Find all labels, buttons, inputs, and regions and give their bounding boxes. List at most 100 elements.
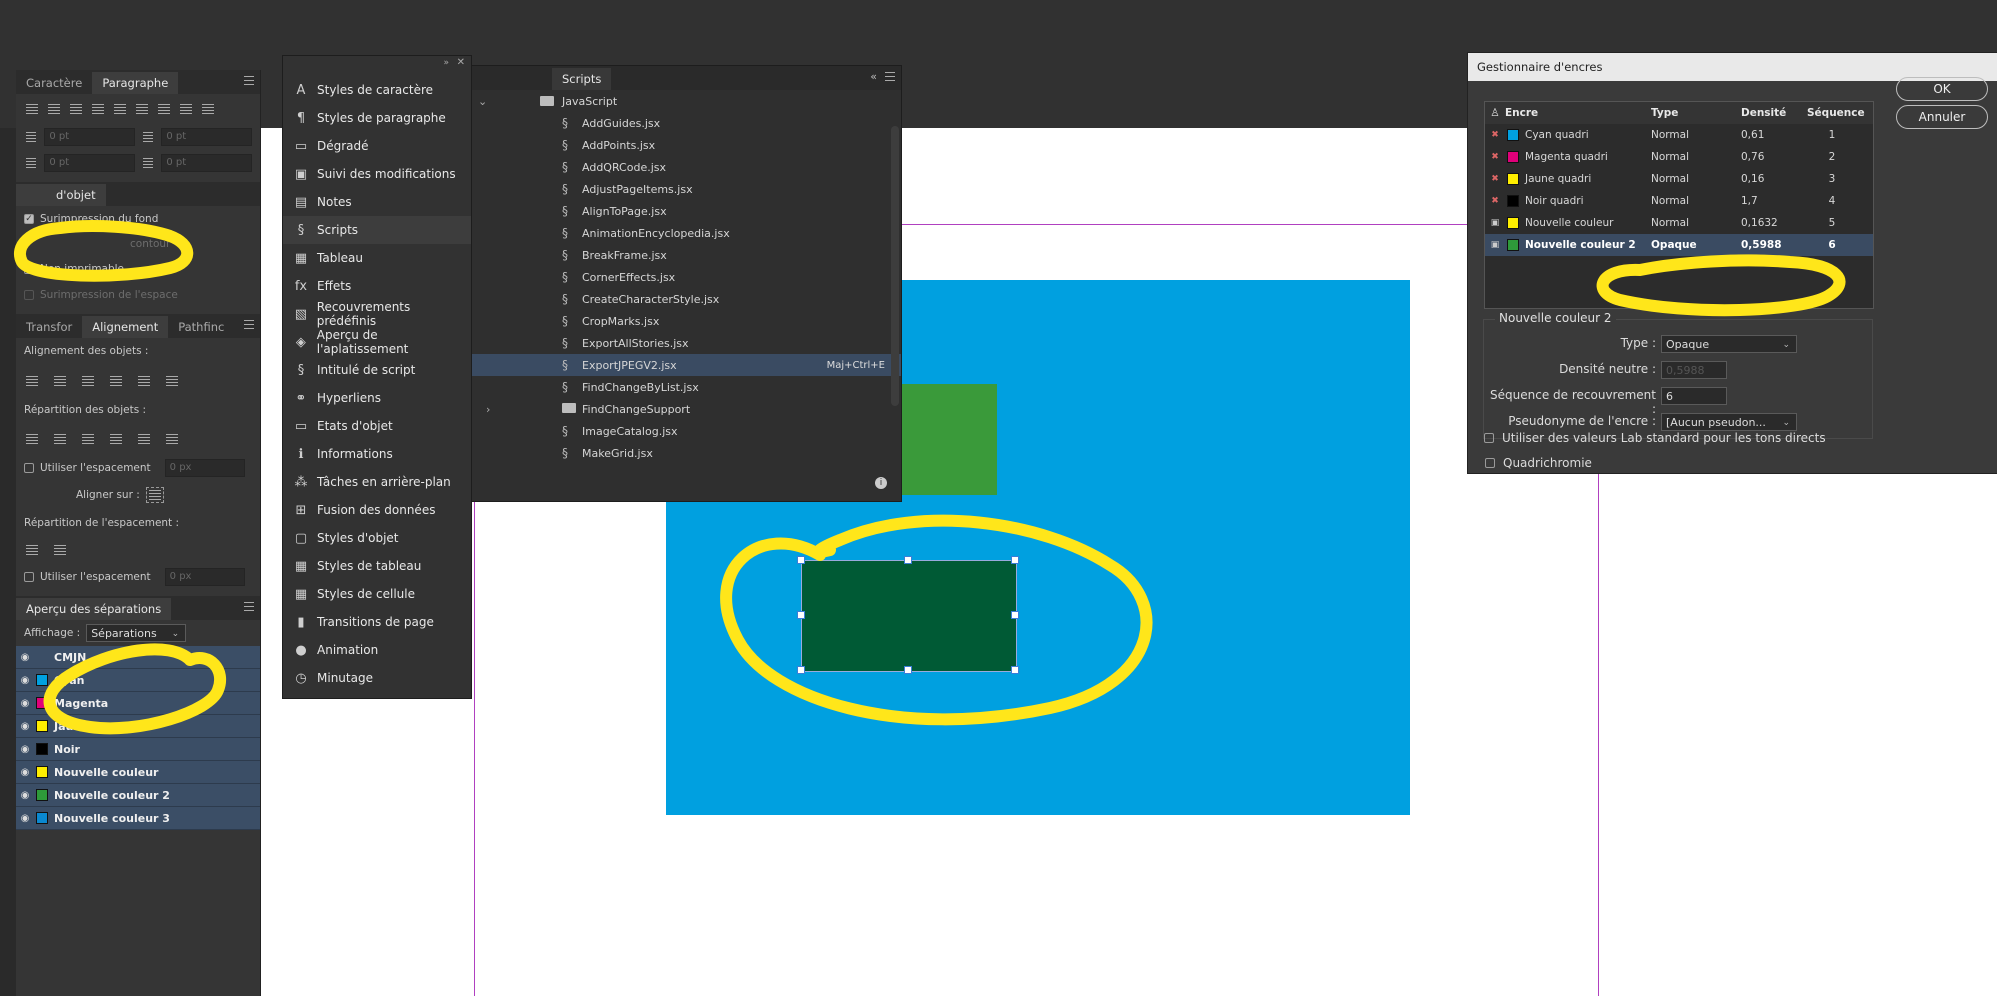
collapse-panel-icon[interactable]: « xyxy=(870,70,877,83)
separation-row[interactable]: ◉ Nouvelle couleur 3 xyxy=(16,807,260,830)
menu-item[interactable]: ◷ Minutage xyxy=(283,664,471,692)
distribute-left-icon[interactable] xyxy=(108,432,124,446)
cancel-button[interactable]: Annuler xyxy=(1896,105,1988,129)
separations-menu-icon[interactable] xyxy=(244,602,254,611)
spacing-field-2[interactable]: 0 px xyxy=(164,568,245,586)
menu-item[interactable]: ▧ Recouvrements prédéfinis xyxy=(283,300,471,328)
tab-scripts[interactable]: Scripts xyxy=(552,68,612,90)
menu-item[interactable]: ⚭ Hyperliens xyxy=(283,384,471,412)
tab-character[interactable]: Caractère xyxy=(16,72,92,94)
eye-icon[interactable]: ◉ xyxy=(16,744,34,755)
tab-attributes[interactable]: d'objet xyxy=(16,184,106,206)
separation-row[interactable]: ◉ Jaune xyxy=(16,715,260,738)
script-item[interactable]: § AddPoints.jsx xyxy=(472,134,901,156)
align-left-icon[interactable] xyxy=(24,102,40,116)
script-item[interactable]: § CornerEffects.jsx xyxy=(472,266,901,288)
script-item[interactable]: › FindChangeSupport xyxy=(472,398,901,420)
separation-row[interactable]: ◉ Nouvelle couleur 2 xyxy=(16,784,260,807)
distribute-right-icon[interactable] xyxy=(164,432,180,446)
ink-row[interactable]: ✖ Cyan quadri Normal 0,61 1 xyxy=(1485,124,1873,146)
tab-align[interactable]: Alignement xyxy=(82,316,169,338)
menu-item[interactable]: ▮ Transitions de page xyxy=(283,608,471,636)
menu-item[interactable]: ▢ Styles d'objet xyxy=(283,524,471,552)
selection-handle[interactable] xyxy=(797,666,805,674)
right-indent-field[interactable]: 0 pt xyxy=(161,128,252,146)
script-item[interactable]: § ExportAllStories.jsx xyxy=(472,332,901,354)
overprint-gap-checkbox[interactable] xyxy=(24,290,34,300)
nonprinting-checkbox[interactable] xyxy=(24,264,34,274)
distribute-top-icon[interactable] xyxy=(24,432,40,446)
align-right-edges-icon[interactable] xyxy=(80,374,96,388)
selection-handle[interactable] xyxy=(904,556,912,564)
script-item[interactable]: § AdjustPageItems.jsx xyxy=(472,178,901,200)
ink-row[interactable]: ✖ Jaune quadri Normal 0,16 3 xyxy=(1485,168,1873,190)
menu-item[interactable]: ● Animation xyxy=(283,636,471,664)
eye-icon[interactable]: ◉ xyxy=(16,675,34,686)
tab-paragraph[interactable]: Paragraphe xyxy=(92,72,179,94)
align-bottom-edges-icon[interactable] xyxy=(164,374,180,388)
scripts-scrollbar[interactable] xyxy=(891,126,899,406)
align-to-selection-icon[interactable] xyxy=(145,487,164,503)
menu-item[interactable]: ▭ Etats d'objet xyxy=(283,412,471,440)
menu-item[interactable]: ¶ Styles de paragraphe xyxy=(283,104,471,132)
menu-item[interactable]: A Styles de caractère xyxy=(283,76,471,104)
neutral-density-field[interactable]: 0,5988 xyxy=(1661,361,1727,379)
selection-handle[interactable] xyxy=(1011,611,1019,619)
use-spacing-checkbox-2[interactable] xyxy=(24,572,34,582)
selection-handle[interactable] xyxy=(1011,556,1019,564)
quadri-checkbox[interactable] xyxy=(1485,458,1495,468)
script-item[interactable]: § CropMarks.jsx xyxy=(472,310,901,332)
overprint-rectangle-selected[interactable] xyxy=(801,560,1017,672)
option-overprint-stroke[interactable]: contour xyxy=(16,232,260,256)
distribute-v-centers-icon[interactable] xyxy=(52,432,68,446)
spot-ink-icon[interactable]: ▣ xyxy=(1485,240,1505,250)
scripts-root-folder[interactable]: ⌄ JavaScript xyxy=(472,90,901,112)
menu-item[interactable]: § Intitulé de script xyxy=(283,356,471,384)
ink-row[interactable]: ▣ Nouvelle couleur Normal 0,1632 5 xyxy=(1485,212,1873,234)
eye-icon[interactable]: ◉ xyxy=(16,790,34,801)
selection-handle[interactable] xyxy=(797,556,805,564)
script-item[interactable]: § AnimationEncyclopedia.jsx xyxy=(472,222,901,244)
trap-sequence-field[interactable]: 6 xyxy=(1661,387,1727,405)
option-overprint-fill[interactable]: Surimpression du fond xyxy=(16,206,260,232)
process-ink-icon[interactable]: ✖ xyxy=(1485,152,1505,162)
ink-row[interactable]: ▣ Nouvelle couleur 2 Opaque 0,5988 6 xyxy=(1485,234,1873,256)
separation-row[interactable]: ◉ Magenta xyxy=(16,692,260,715)
separation-row[interactable]: ◉ CMJN xyxy=(16,646,260,669)
last-line-indent-field[interactable]: 0 pt xyxy=(161,154,252,172)
align-panel-menu-icon[interactable] xyxy=(244,320,254,329)
lab-values-checkbox[interactable] xyxy=(1484,433,1494,443)
option-overprint-gap[interactable]: Surimpression de l'espace xyxy=(16,282,260,308)
collapse-icon[interactable]: » xyxy=(443,58,449,68)
option-nonprinting[interactable]: Non imprimable xyxy=(16,256,260,282)
first-line-indent-field[interactable]: 0 pt xyxy=(44,154,135,172)
eye-icon[interactable]: ◉ xyxy=(16,652,34,663)
menu-item[interactable]: ▭ Dégradé xyxy=(283,132,471,160)
col-type[interactable]: Type xyxy=(1651,107,1741,119)
ink-row[interactable]: ✖ Magenta quadri Normal 0,76 2 xyxy=(1485,146,1873,168)
distribute-bottom-icon[interactable] xyxy=(80,432,96,446)
col-sequence[interactable]: Séquence xyxy=(1807,107,1865,119)
scripts-menu-icon[interactable] xyxy=(885,72,895,81)
chevron-right-icon[interactable]: › xyxy=(486,403,490,416)
menu-item[interactable]: ◈ Aperçu de l'aplatissement xyxy=(283,328,471,356)
spacing-field-1[interactable]: 0 px xyxy=(164,459,245,477)
green-rectangle[interactable] xyxy=(900,384,997,495)
script-item[interactable]: § AddGuides.jsx xyxy=(472,112,901,134)
script-item[interactable]: § ImageCatalog.jsx xyxy=(472,420,901,442)
justify-all-icon[interactable] xyxy=(156,102,172,116)
display-dropdown[interactable]: Séparations ⌄ xyxy=(86,624,187,642)
menu-item[interactable]: ⊞ Fusion des données xyxy=(283,496,471,524)
align-spine-icon[interactable] xyxy=(178,102,194,116)
menu-item[interactable]: ⁂ Tâches en arrière-plan xyxy=(283,468,471,496)
script-item[interactable]: § AddQRCode.jsx xyxy=(472,156,901,178)
quadri-option[interactable]: Quadrichromie xyxy=(1485,456,1592,470)
lab-values-option[interactable]: Utiliser des valeurs Lab standard pour l… xyxy=(1484,431,1826,445)
close-icon[interactable]: ✕ xyxy=(457,57,465,68)
panel-menu-icon[interactable] xyxy=(244,76,254,85)
align-away-spine-icon[interactable] xyxy=(200,102,216,116)
eye-icon[interactable]: ◉ xyxy=(16,813,34,824)
menu-item[interactable]: ▦ Tableau xyxy=(283,244,471,272)
eye-icon[interactable]: ◉ xyxy=(16,721,34,732)
menu-item[interactable]: fx Effets xyxy=(283,272,471,300)
